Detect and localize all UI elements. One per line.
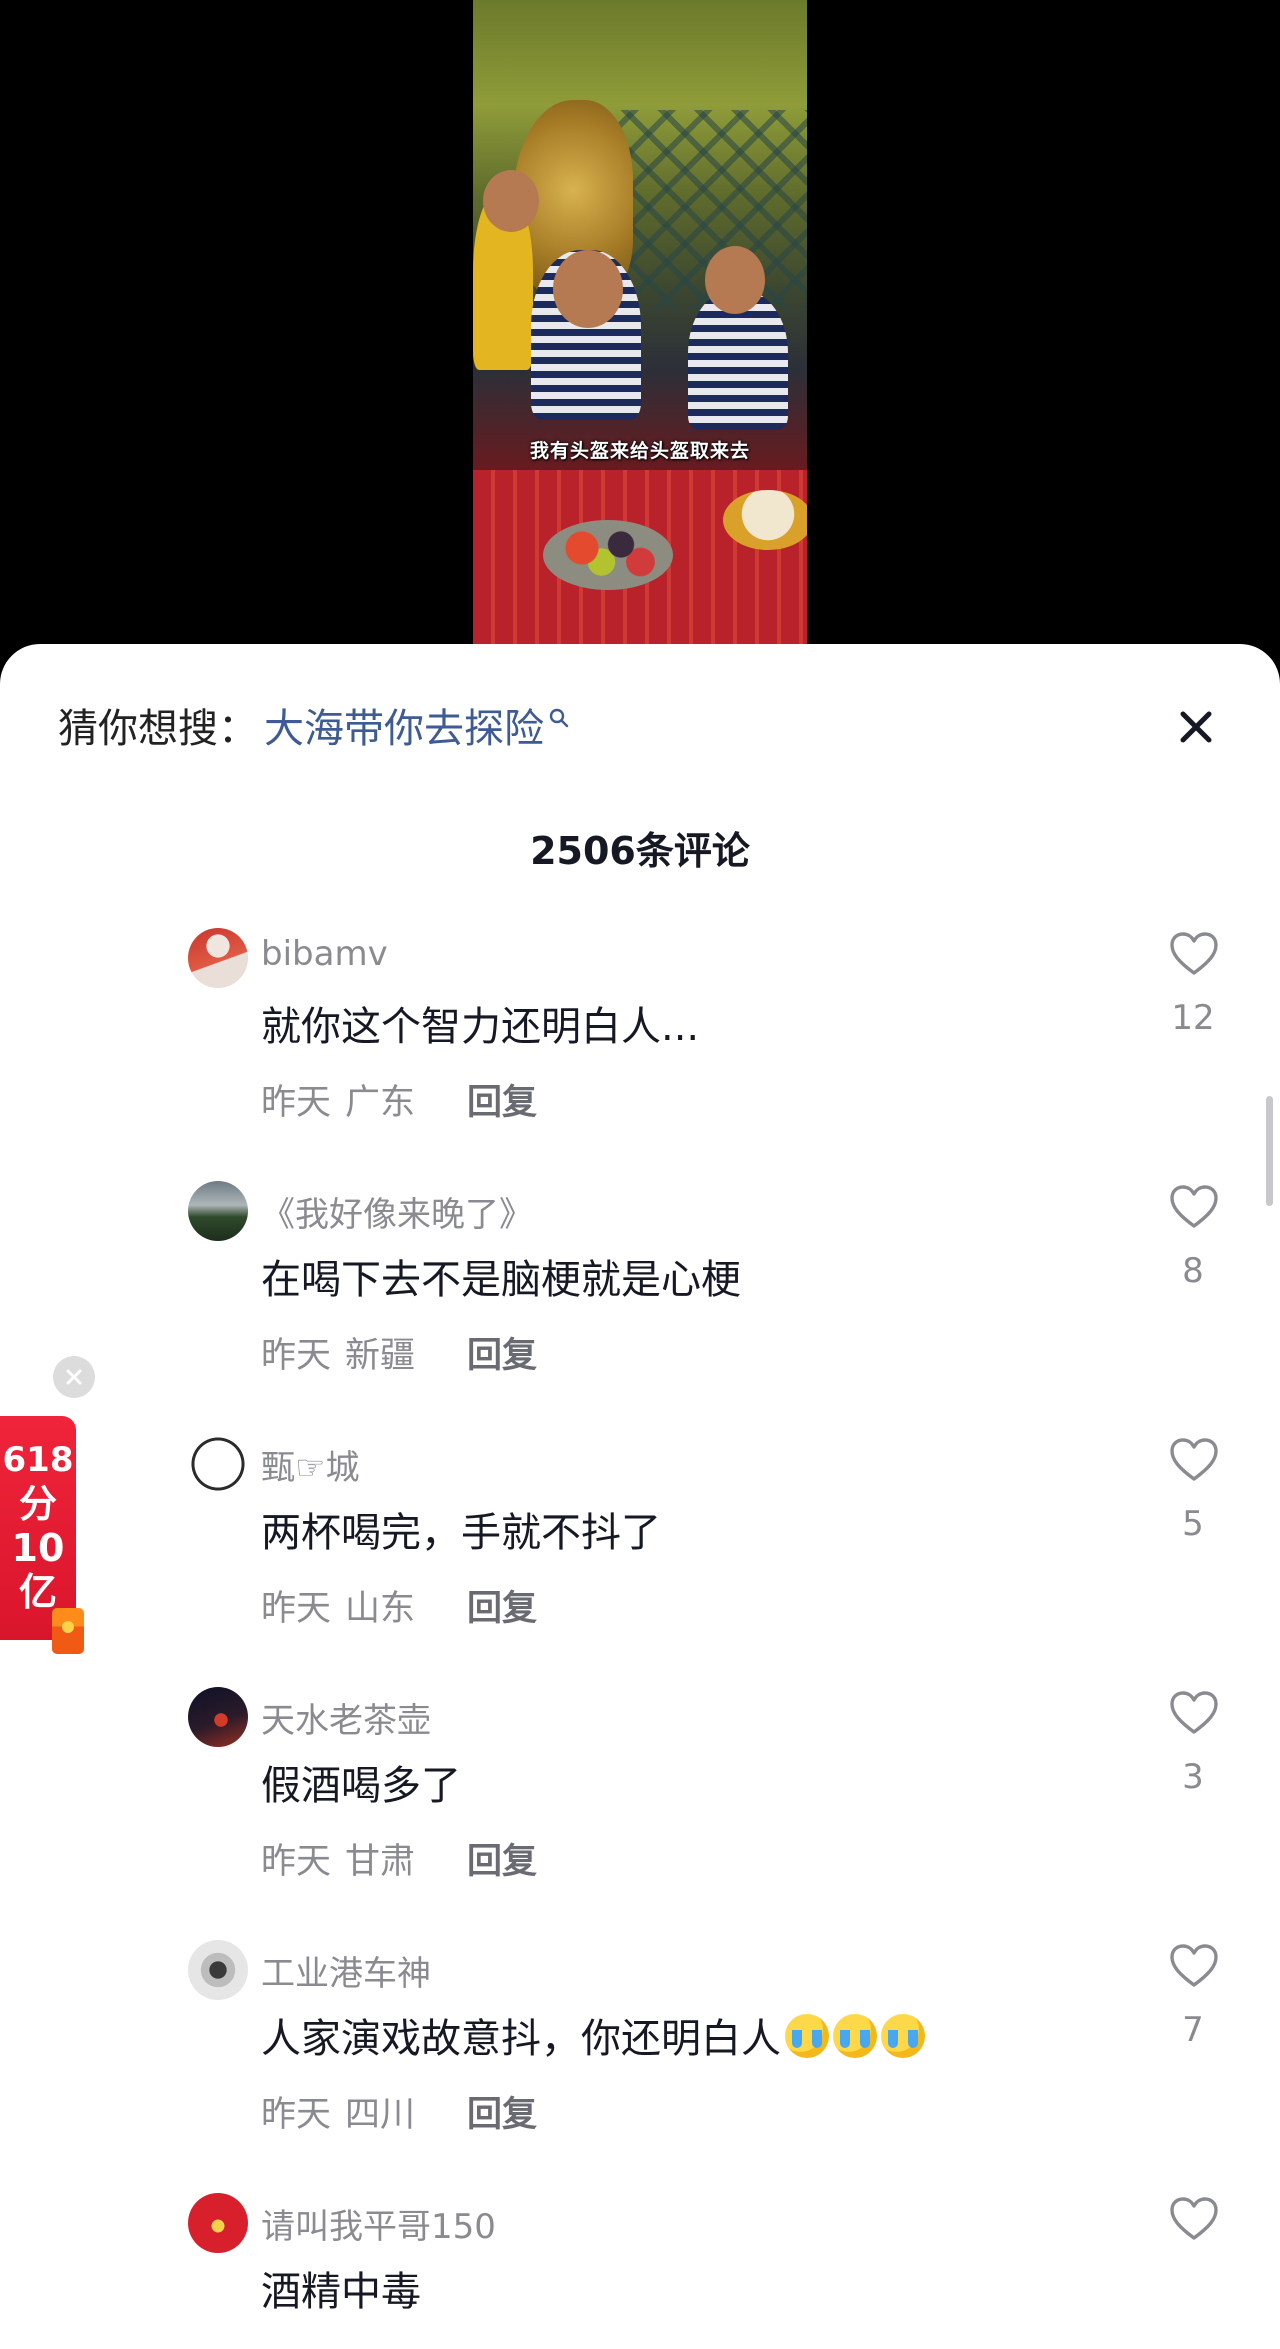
heart-outline-icon	[1170, 1185, 1218, 1228]
comments-sheet: 猜你想搜： 大海带你去探险 2506条评论 bibamv 就你这个智力还明白人.…	[0, 644, 1280, 2349]
promo-badge[interactable]: 618 分 10 亿	[0, 1416, 76, 1640]
comment-item: 《我好像来晚了》 在喝下去不是脑梗就是心梗 昨天 新疆 回复 8	[0, 1181, 1280, 1434]
video-subtitle: 我有头盔来给头盔取来去	[529, 440, 750, 462]
app-root: 我有头盔来给头盔取来去 猜你想搜： 大海带你去探险 2506条评论 bibamv…	[0, 0, 1280, 2349]
heart-outline-icon	[1170, 932, 1218, 975]
comment-location: 山东	[345, 1589, 416, 1629]
crying-face-emoji	[833, 2014, 877, 2058]
video-area[interactable]: 我有头盔来给头盔取来去	[0, 0, 1280, 660]
like-button[interactable]	[1165, 1181, 1223, 1233]
promo-line: 618	[2, 1440, 74, 1480]
comment-location: 甘肃	[345, 1842, 416, 1882]
like-button[interactable]	[1165, 928, 1223, 980]
avatar[interactable]	[188, 1940, 248, 2000]
comment-time: 昨天	[261, 1842, 332, 1882]
comment-text: 两杯喝完，手就不抖了	[261, 1510, 661, 1556]
like-button[interactable]	[1165, 2193, 1223, 2245]
comment-username[interactable]: 甄☞城	[261, 1440, 359, 1489]
avatar[interactable]	[188, 928, 248, 988]
crying-face-emoji	[881, 2014, 925, 2058]
comment-text-body: 人家演戏故意抖，你还明白人	[261, 2016, 781, 2062]
like-count: 5	[1182, 1504, 1204, 1544]
heart-outline-icon	[1170, 2197, 1218, 2240]
reply-button[interactable]: 回复	[467, 1327, 537, 1378]
comment-username[interactable]: 请叫我平哥150	[261, 2199, 496, 2248]
comment-meta: 昨天 四川 回复	[261, 2086, 537, 2137]
avatar[interactable]	[188, 2193, 248, 2253]
video-scene-head	[483, 170, 539, 232]
like-button[interactable]	[1165, 1687, 1223, 1739]
comment-username[interactable]: 工业港车神	[261, 1946, 431, 1995]
comment-time: 昨天	[261, 1083, 332, 1123]
video-scene-fruit-plate	[543, 520, 673, 590]
avatar[interactable]	[188, 1434, 248, 1494]
promo-line: 分	[18, 1482, 57, 1526]
reply-button[interactable]: 回复	[467, 1074, 537, 1125]
like-button[interactable]	[1165, 1434, 1223, 1486]
heart-outline-icon	[1170, 1438, 1218, 1481]
video-player[interactable]: 我有头盔来给头盔取来去	[473, 0, 807, 660]
comment-text: 人家演戏故意抖，你还明白人	[261, 2006, 925, 2064]
avatar[interactable]	[188, 1181, 248, 1241]
comment-text: 就你这个智力还明白人...	[261, 1004, 700, 1050]
crying-face-emoji	[785, 2014, 829, 2058]
heart-outline-icon	[1170, 1691, 1218, 1734]
reply-button[interactable]: 回复	[467, 1580, 537, 1631]
video-scene-head	[705, 246, 765, 314]
like-count: 12	[1171, 998, 1215, 1038]
close-icon[interactable]	[1170, 701, 1222, 753]
comment-text: 在喝下去不是脑梗就是心梗	[261, 1257, 741, 1303]
search-icon[interactable]	[548, 707, 570, 729]
like-count: 7	[1182, 2010, 1204, 2050]
heart-outline-icon	[1170, 1944, 1218, 1987]
red-envelope-icon[interactable]	[52, 1608, 84, 1654]
like-button[interactable]	[1165, 1940, 1223, 1992]
comment-meta: 昨天 山东 回复	[261, 1580, 537, 1631]
search-suggestion-query[interactable]: 大海带你去探险	[264, 696, 544, 754]
comment-item: 天水老茶壶 假酒喝多了 昨天 甘肃 回复 3	[0, 1687, 1280, 1940]
comment-meta: 昨天 甘肃 回复	[261, 1833, 537, 1884]
like-count: 8	[1182, 1251, 1204, 1291]
comment-location: 四川	[345, 2095, 416, 2135]
comment-time: 昨天	[261, 1589, 332, 1629]
comment-location: 广东	[345, 1083, 416, 1123]
comment-meta: 昨天 新疆 回复	[261, 1327, 537, 1378]
comment-item: 请叫我平哥150 酒精中毒	[0, 2193, 1280, 2349]
video-scene-head	[553, 250, 623, 328]
video-scene-bowl	[723, 490, 807, 550]
comment-time: 昨天	[261, 1336, 332, 1376]
reply-button[interactable]: 回复	[467, 2086, 537, 2137]
comment-count-title: 2506条评论	[530, 829, 750, 873]
comment-item: bibamv 就你这个智力还明白人... 昨天 广东 回复 12	[0, 928, 1280, 1181]
search-suggestion-label: 猜你想搜：	[58, 706, 258, 752]
promo-close-icon[interactable]	[53, 1356, 95, 1398]
scrollbar[interactable]	[1266, 1096, 1273, 1206]
comment-time: 昨天	[261, 2095, 332, 2135]
comment-text: 假酒喝多了	[261, 1763, 461, 1809]
comment-username[interactable]: bibamv	[261, 934, 388, 974]
reply-button[interactable]: 回复	[467, 1833, 537, 1884]
comment-item: 工业港车神 人家演戏故意抖，你还明白人 昨天 四川 回复 7	[0, 1940, 1280, 2193]
comment-location: 新疆	[345, 1336, 416, 1376]
comment-username[interactable]: 《我好像来晚了》	[261, 1187, 533, 1236]
comment-item: 甄☞城 两杯喝完，手就不抖了 昨天 山东 回复 5	[0, 1434, 1280, 1687]
like-count: 3	[1182, 1757, 1204, 1797]
avatar[interactable]	[188, 1687, 248, 1747]
comment-username[interactable]: 天水老茶壶	[261, 1693, 431, 1742]
comment-text: 酒精中毒	[261, 2269, 421, 2315]
promo-line: 10	[11, 1526, 65, 1570]
comment-meta: 昨天 广东 回复	[261, 1074, 537, 1125]
search-suggestion[interactable]: 猜你想搜： 大海带你去探险	[58, 700, 570, 752]
